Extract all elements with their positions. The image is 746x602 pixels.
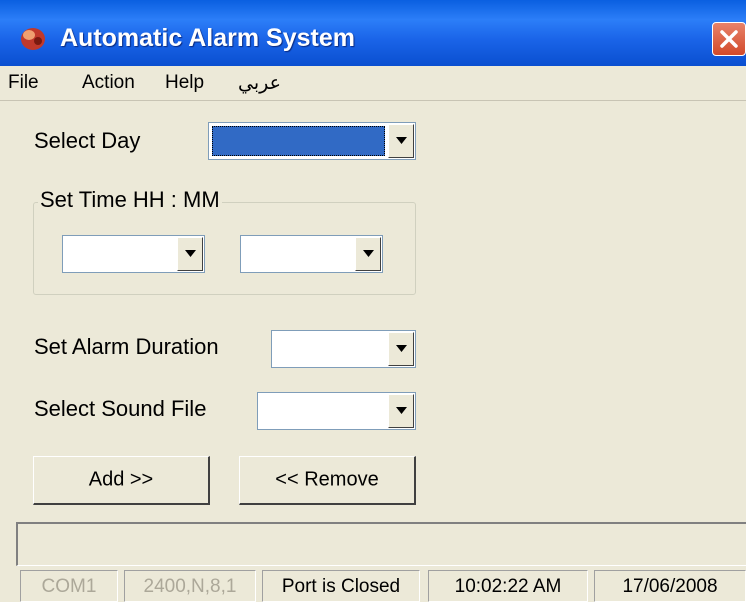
menu-action[interactable]: Action: [82, 72, 135, 94]
close-button[interactable]: [712, 22, 746, 56]
add-button-label: Add >>: [88, 468, 154, 491]
select-day-label: Select Day: [34, 128, 141, 153]
chevron-down-icon: [396, 137, 407, 144]
status-port-state-text: Port is Closed: [281, 576, 401, 597]
close-icon: [720, 30, 738, 48]
chevron-down-icon: [396, 407, 407, 414]
chevron-down-icon: [185, 250, 196, 257]
alarm-duration-dropdown[interactable]: [271, 330, 416, 368]
alarm-bell-icon: [21, 28, 45, 50]
status-port: COM1: [20, 570, 118, 602]
sound-file-label: Select Sound File: [34, 396, 207, 421]
alarm-duration-label: Set Alarm Duration: [34, 334, 219, 359]
chevron-down-icon: [396, 345, 407, 352]
status-port-state: Port is Closed: [262, 570, 420, 602]
sound-file-dropdown[interactable]: [257, 392, 416, 430]
title-bar[interactable]: Automatic Alarm System: [0, 0, 746, 66]
select-day-arrow[interactable]: [388, 124, 414, 158]
minute-value: [244, 239, 352, 269]
remove-button[interactable]: << Remove: [239, 456, 416, 505]
alarm-duration-value: [275, 334, 385, 364]
status-date-text: 17/06/2008: [622, 576, 718, 597]
minute-dropdown[interactable]: [240, 235, 383, 273]
hour-value: [66, 239, 174, 269]
alarm-duration-arrow[interactable]: [388, 332, 414, 366]
status-settings: 2400,N,8,1: [124, 570, 256, 602]
chevron-down-icon: [363, 250, 374, 257]
message-field: [16, 522, 746, 566]
menu-arabic[interactable]: عربي: [238, 72, 281, 95]
remove-button-label: << Remove: [275, 468, 379, 491]
sound-file-arrow[interactable]: [388, 394, 414, 428]
hour-arrow[interactable]: [177, 237, 203, 271]
menu-help[interactable]: Help: [165, 72, 204, 94]
menu-file[interactable]: File: [8, 72, 39, 94]
menu-bar: File Action Help عربي: [0, 66, 746, 101]
status-bar: COM1 2400,N,8,1 Port is Closed 10:02:22 …: [0, 566, 746, 602]
select-day-value: [212, 126, 385, 156]
status-port-text: COM1: [41, 576, 97, 597]
add-button[interactable]: Add >>: [33, 456, 210, 505]
app-window: Automatic Alarm System File Action Help …: [0, 0, 746, 602]
status-time: 10:02:22 AM: [428, 570, 588, 602]
status-time-text: 10:02:22 AM: [454, 576, 562, 597]
select-day-dropdown[interactable]: [208, 122, 416, 160]
hour-dropdown[interactable]: [62, 235, 205, 273]
set-time-label: Set Time HH : MM: [38, 187, 222, 213]
status-date: 17/06/2008: [594, 570, 746, 602]
minute-arrow[interactable]: [355, 237, 381, 271]
window-title: Automatic Alarm System: [60, 24, 355, 52]
status-settings-text: 2400,N,8,1: [143, 576, 237, 597]
sound-file-value: [261, 396, 385, 426]
